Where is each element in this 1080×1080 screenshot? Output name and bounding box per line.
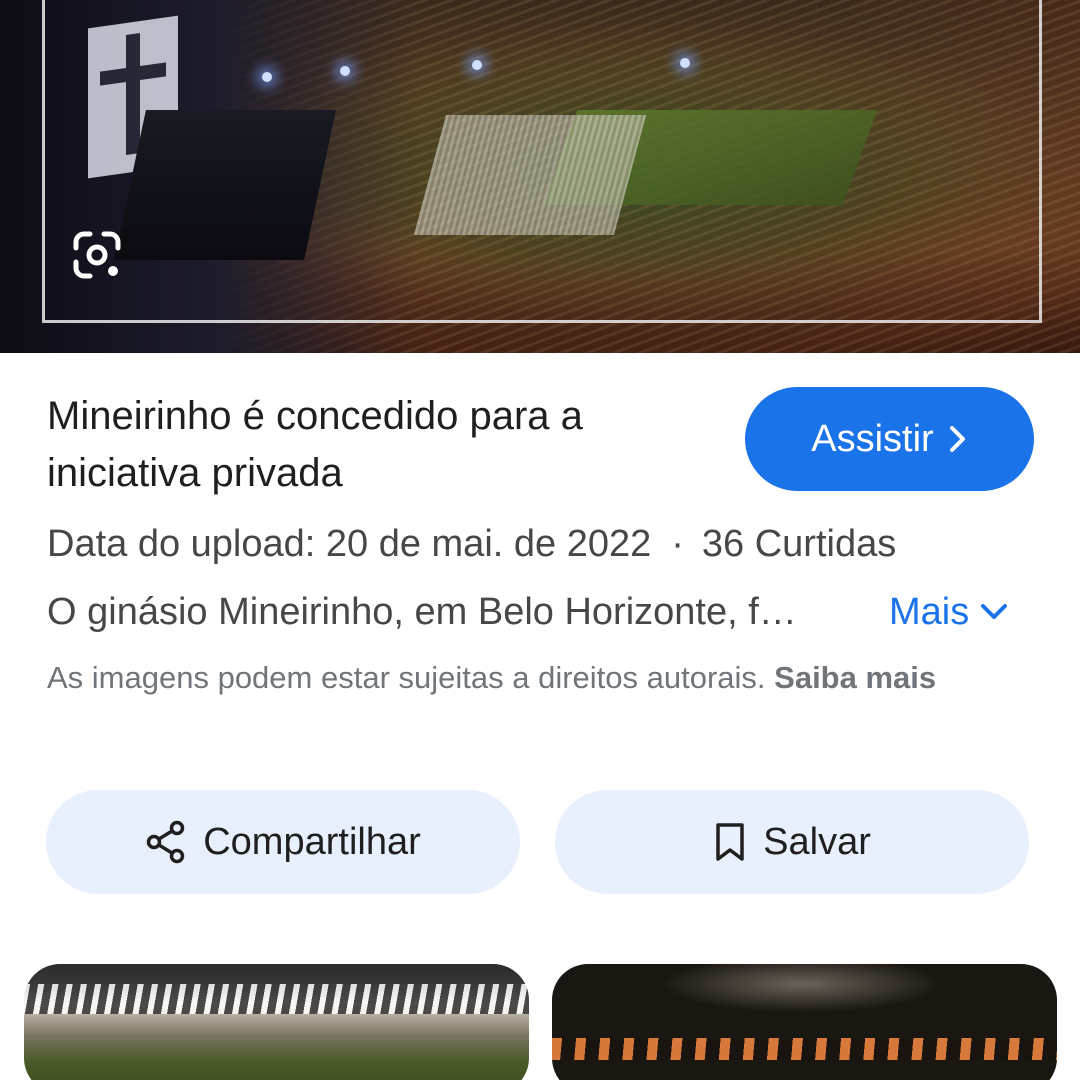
- more-button[interactable]: Mais: [889, 586, 1009, 638]
- hero-image[interactable]: [0, 0, 1080, 353]
- share-button-label: Compartilhar: [203, 820, 421, 863]
- chevron-right-icon: [949, 426, 965, 452]
- result-title[interactable]: Mineirinho é concedido para a iniciativa…: [47, 388, 727, 502]
- image-result-page: Mineirinho é concedido para a iniciativa…: [0, 0, 1080, 1080]
- watch-button[interactable]: Assistir: [745, 387, 1034, 491]
- watch-button-label: Assistir: [811, 417, 934, 460]
- more-button-label: Mais: [889, 591, 970, 633]
- description-text: O ginásio Mineirinho, em Belo Horizonte,…: [47, 591, 797, 633]
- related-image-thumbnail[interactable]: [552, 964, 1057, 1080]
- copyright-notice: As imagens podem estar sujeitas a direit…: [47, 655, 1007, 701]
- result-meta: Data do upload: 20 de mai. de 2022 · 36 Cu…: [47, 518, 1047, 570]
- related-image-thumbnail[interactable]: [24, 964, 529, 1080]
- likes-count: 36 Curtidas: [701, 523, 897, 565]
- copyright-text: As imagens podem estar sujeitas a direit…: [47, 660, 766, 695]
- chevron-down-icon: [981, 604, 1008, 619]
- bookmark-icon: [716, 823, 744, 861]
- learn-more-link[interactable]: Saiba mais: [774, 660, 936, 695]
- google-lens-button[interactable]: [64, 222, 130, 288]
- save-button-label: Salvar: [763, 820, 871, 863]
- upload-date: Data do upload: 20 de mai. de 2022: [47, 523, 652, 565]
- meta-separator: ·: [671, 523, 684, 565]
- description-row: O ginásio Mineirinho, em Belo Horizonte,…: [47, 586, 1047, 638]
- share-icon: [146, 820, 185, 864]
- google-lens-icon: [73, 231, 121, 279]
- save-button[interactable]: Salvar: [555, 790, 1029, 894]
- share-button[interactable]: Compartilhar: [46, 790, 520, 894]
- hero-frame: [42, 0, 1042, 323]
